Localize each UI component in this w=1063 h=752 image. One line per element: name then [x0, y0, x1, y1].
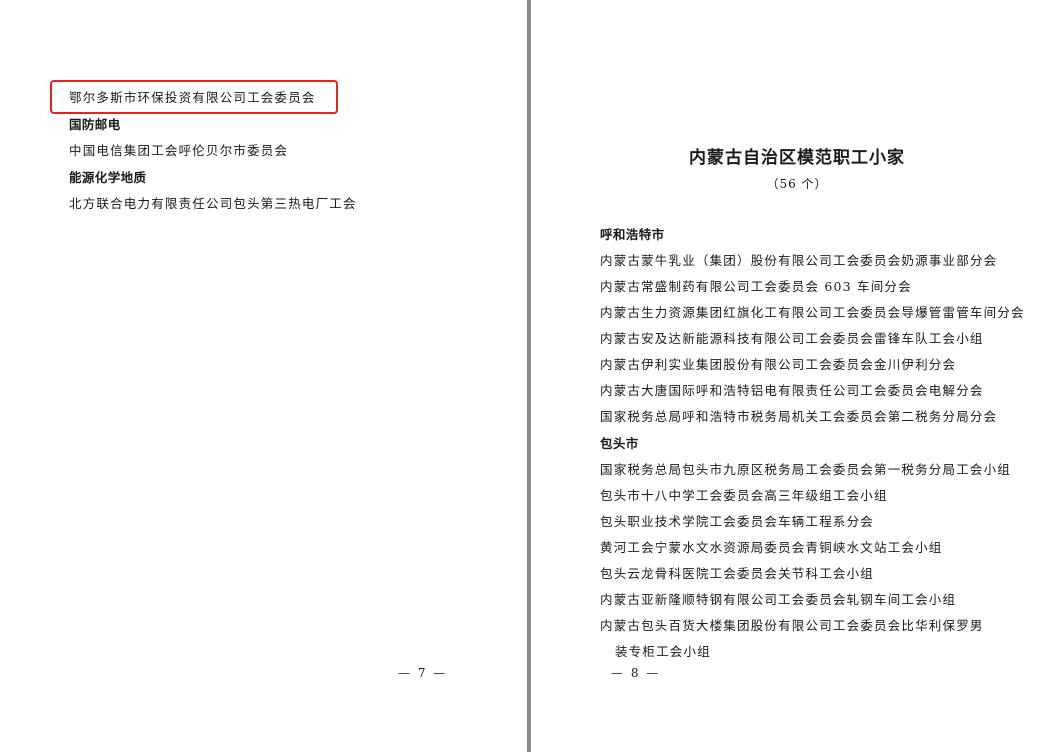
list-item-continuation: 装专柜工会小组	[615, 644, 711, 659]
list-item: 国家税务总局呼和浩特市税务局机关工会委员会第二税务分局分会	[600, 409, 998, 424]
list-item: 内蒙古亚新隆顺特钢有限公司工会委员会轧钢车间工会小组	[600, 592, 957, 607]
section-heading-hohhot: 呼和浩特市	[600, 227, 665, 242]
page-number-right: — 8 —	[611, 666, 661, 680]
list-item: 内蒙古蒙牛乳业（集团）股份有限公司工会委员会奶源事业部分会	[600, 253, 998, 268]
list-item: 内蒙古安及达新能源科技有限公司工会委员会雷锋车队工会小组	[600, 331, 984, 346]
list-item: 北方联合电力有限责任公司包头第三热电厂工会	[69, 196, 357, 211]
list-item: 黄河工会宁蒙水文水资源局委员会青铜峡水文站工会小组	[600, 540, 943, 555]
right-page: 内蒙古自治区模范职工小家 （56 个） 呼和浩特市 内蒙古蒙牛乳业（集团）股份有…	[531, 0, 1063, 752]
list-item: 内蒙古包头百货大楼集团股份有限公司工会委员会比华利保罗男	[600, 618, 984, 633]
highlighted-entry: 鄂尔多斯市环保投资有限公司工会委员会	[69, 90, 316, 105]
list-item: 内蒙古常盛制药有限公司工会委员会 603 车间分会	[600, 279, 912, 294]
list-item: 内蒙古伊利实业集团股份有限公司工会委员会金川伊利分会	[600, 357, 957, 372]
list-item: 中国电信集团工会呼伦贝尔市委员会	[69, 143, 289, 158]
document-title: 内蒙古自治区模范职工小家	[689, 148, 905, 168]
document-count: （56 个）	[766, 177, 828, 191]
list-item: 国家税务总局包头市九原区税务局工会委员会第一税务分局工会小组	[600, 462, 1012, 477]
list-item: 包头云龙骨科医院工会委员会关节科工会小组	[600, 566, 875, 581]
section-heading-baotou: 包头市	[600, 436, 639, 451]
list-item: 包头市十八中学工会委员会高三年级组工会小组	[600, 488, 888, 503]
list-item: 内蒙古生力资源集团红旗化工有限公司工会委员会导爆管雷管车间分会	[600, 305, 1025, 320]
section-heading-telecom: 国防邮电	[69, 117, 121, 132]
left-page: 鄂尔多斯市环保投资有限公司工会委员会 国防邮电 中国电信集团工会呼伦贝尔市委员会…	[0, 0, 527, 752]
list-item: 包头职业技术学院工会委员会车辆工程系分会	[600, 514, 875, 529]
list-item: 内蒙古大唐国际呼和浩特铝电有限责任公司工会委员会电解分会	[600, 383, 984, 398]
page-number-left: — 7 —	[398, 666, 448, 680]
section-heading-energy: 能源化学地质	[69, 170, 147, 185]
